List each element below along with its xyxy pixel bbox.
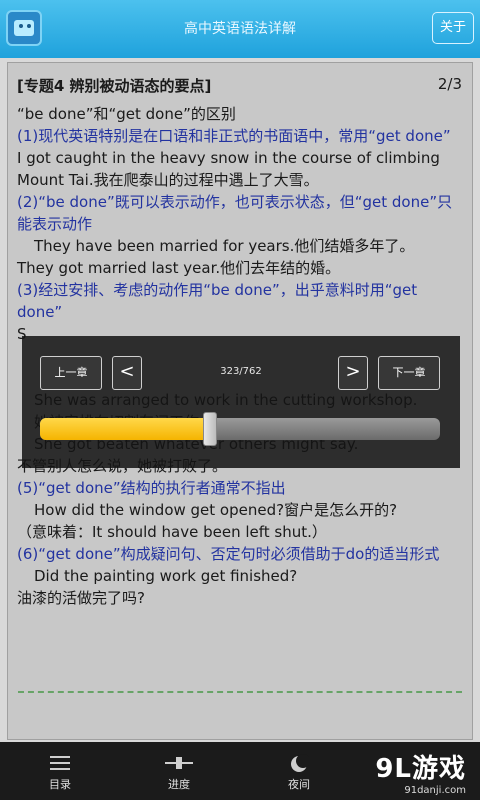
progress-slider-fill: [40, 418, 210, 440]
about-button[interactable]: 关于: [432, 12, 474, 44]
progress-panel: 上一章 < 323/762 > 下一章: [22, 336, 460, 468]
page-title: 高中英语语法详解: [184, 21, 296, 37]
progress-slider-track[interactable]: [40, 418, 440, 440]
watermark-brand: 9L游戏: [375, 754, 466, 784]
nav-contents-label: 目录: [49, 778, 71, 791]
progress-slider-thumb[interactable]: [202, 412, 217, 446]
bottom-toolbar: 目录 进度 夜间 9L游戏 91danji.com: [0, 742, 480, 800]
watermark-logo: 9L游戏 91danji.com: [375, 748, 466, 796]
next-page-button[interactable]: >: [338, 356, 368, 390]
nav-night-label: 夜间: [288, 778, 310, 791]
nav-progress[interactable]: 进度: [144, 742, 214, 800]
slider-icon: [165, 757, 193, 769]
nav-progress-label: 进度: [168, 778, 190, 791]
title-bar: 高中英语语法详解 关于: [0, 0, 480, 58]
moon-icon: [291, 754, 309, 772]
nav-night[interactable]: 夜间: [264, 742, 334, 800]
watermark-site: 91danji.com: [404, 785, 466, 796]
next-chapter-button[interactable]: 下一章: [378, 356, 440, 390]
list-icon: [50, 756, 70, 770]
nav-contents[interactable]: 目录: [25, 742, 95, 800]
